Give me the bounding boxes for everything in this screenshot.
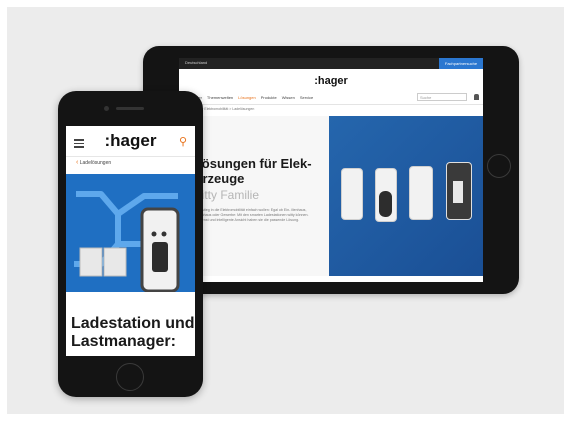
hero-title: delösungen für Elek- fahrzeuge — [183, 156, 333, 186]
phone-logo[interactable]: :hager — [66, 131, 195, 151]
user-icon[interactable] — [474, 94, 479, 100]
phone-title-line2: Lastmanager: — [71, 333, 176, 350]
charger-panel — [453, 181, 463, 203]
nav-divider — [179, 104, 483, 105]
back-link-label: Ladelösungen — [79, 160, 112, 166]
tablet-screen: Deutschland Fachpartnersuche :hager Ihr … — [179, 58, 483, 282]
nav-item-themenwelten[interactable]: Themenwelten — [207, 95, 233, 100]
search-icon[interactable]: ⚲ — [179, 135, 187, 148]
tablet-home-button — [487, 154, 511, 178]
header-divider — [66, 156, 195, 157]
nav-item-produkte[interactable]: Produkte — [261, 95, 277, 100]
phone-device: :hager ⚲ ‹ Ladelösungen Ladestation und … — [58, 91, 203, 397]
tablet-topbar: Deutschland Fachpartnersuche — [179, 58, 483, 69]
back-link[interactable]: ‹ Ladelösungen — [76, 159, 111, 166]
nav-item-service[interactable]: Service — [300, 95, 313, 100]
hero-product-image — [329, 116, 483, 276]
hero-title-line2: fahrzeuge — [183, 171, 245, 186]
partner-search-button[interactable]: Fachpartnersuche — [439, 58, 483, 69]
tablet-logo[interactable]: :hager — [179, 75, 483, 87]
charger-white-1 — [341, 168, 363, 220]
charger-white-3 — [409, 166, 433, 220]
charger-white-2 — [375, 168, 397, 222]
phone-page-title: Ladestation und Lastmanager: — [71, 315, 195, 351]
tablet-main-nav: Ihr Partner Themenwelten Lösungen Produk… — [183, 95, 313, 100]
tablet-search-input[interactable]: Suche — [417, 93, 467, 101]
nav-item-wissen[interactable]: Wissen — [282, 95, 295, 100]
phone-home-button — [116, 363, 144, 391]
language-selector[interactable]: Deutschland — [185, 60, 207, 65]
chevron-left-icon: ‹ — [76, 159, 79, 166]
nav-item-loesungen[interactable]: Lösungen — [238, 95, 256, 100]
phone-title-line1: Ladestation und — [71, 315, 195, 332]
phone-hero-image — [66, 174, 195, 293]
hero-title-line1: delösungen für Elek- — [183, 156, 312, 171]
charger-dark-4 — [446, 162, 472, 220]
phone-screen: :hager ⚲ ‹ Ladelösungen Ladestation und … — [66, 126, 195, 356]
network-diagram-graphic — [74, 191, 180, 293]
charger-plug — [379, 191, 392, 217]
phone-speaker — [116, 107, 144, 110]
phone-camera — [104, 106, 109, 111]
